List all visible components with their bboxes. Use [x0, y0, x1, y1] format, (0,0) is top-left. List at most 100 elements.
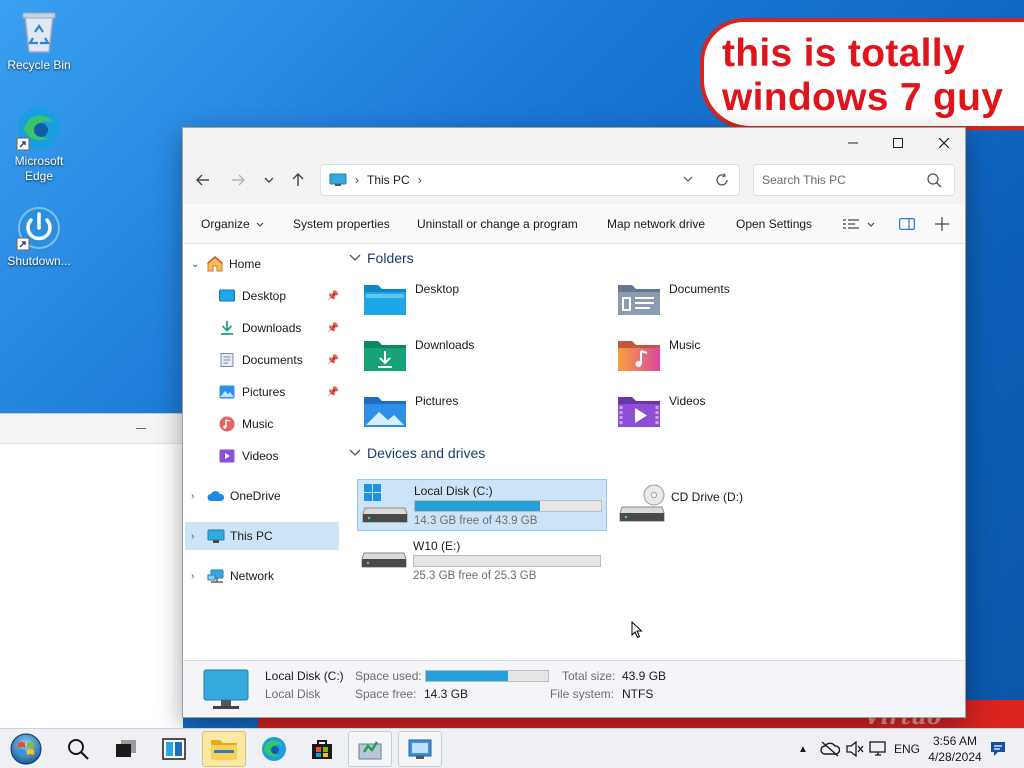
folder-label: Music — [669, 338, 701, 352]
folders-section-header[interactable]: Folders — [349, 250, 414, 266]
folder-downloads[interactable]: Downloads — [363, 336, 603, 380]
edge-icon — [262, 737, 286, 761]
search-box[interactable] — [753, 164, 955, 196]
file-explorer-window[interactable]: › This PC › Organize System properties U… — [182, 127, 966, 718]
minimize-icon — [848, 142, 858, 144]
nav-item-onedrive[interactable]: › OneDrive — [191, 482, 341, 510]
task-view-button[interactable] — [104, 731, 148, 767]
desktop-icon — [219, 289, 235, 302]
file-explorer-icon — [211, 740, 237, 760]
more-options-button[interactable] — [935, 204, 949, 244]
chevron-up-icon: ▲ — [798, 743, 808, 755]
search-icon[interactable] — [927, 173, 942, 188]
open-settings-button[interactable]: Open Settings — [736, 204, 812, 244]
breadcrumb-item-this-pc[interactable]: This PC — [367, 173, 410, 187]
folder-videos[interactable]: Videos — [617, 392, 857, 436]
system-properties-button[interactable]: System properties — [293, 204, 390, 244]
network-icon — [207, 569, 224, 583]
desktop-icon-recycle-bin[interactable]: Recycle Bin — [1, 8, 77, 73]
chevron-down-icon[interactable]: ⌄ — [191, 259, 201, 270]
nav-item-downloads[interactable]: Downloads 📌 — [219, 314, 339, 342]
taskbar-system-app[interactable] — [398, 731, 442, 767]
chevron-right-icon[interactable]: › — [191, 571, 201, 582]
nav-item-network[interactable]: › Network — [191, 562, 341, 590]
breadcrumb-chevron-icon[interactable]: › — [418, 173, 422, 187]
nav-item-documents[interactable]: Documents 📌 — [219, 346, 339, 374]
input-language-button[interactable]: ENG — [894, 729, 920, 768]
forward-button[interactable] — [224, 166, 252, 194]
uninstall-program-button[interactable]: Uninstall or change a program — [417, 204, 578, 244]
address-history-chevron-icon[interactable] — [683, 176, 693, 182]
clock[interactable]: 3:56 AM 4/28/2024 — [918, 733, 992, 765]
details-item-name: Local Disk (C:) — [265, 669, 344, 683]
system-properties-icon — [408, 739, 432, 759]
start-button[interactable] — [4, 731, 48, 767]
onedrive-tray-button[interactable] — [820, 729, 840, 768]
space-free-value: 14.3 GB — [424, 687, 469, 701]
show-hidden-icons-button[interactable]: ▲ — [798, 729, 808, 768]
videos-folder-icon — [618, 397, 660, 427]
maximize-button[interactable] — [875, 128, 921, 158]
drive-w10-e[interactable]: W10 (E:) 25.3 GB free of 25.3 GB — [357, 535, 607, 587]
up-button[interactable] — [284, 166, 312, 194]
refresh-icon[interactable] — [715, 173, 729, 187]
nav-item-home[interactable]: ⌄ Home — [191, 250, 341, 278]
folder-pictures[interactable]: Pictures — [363, 392, 603, 436]
pin-icon[interactable]: 📌 — [327, 387, 339, 398]
drive-local-disk-c[interactable]: Local Disk (C:) 14.3 GB free of 43.9 GB — [357, 479, 607, 531]
drive-cd-d[interactable]: CD Drive (D:) — [615, 479, 865, 531]
back-button[interactable] — [189, 166, 217, 194]
close-button[interactable] — [921, 128, 967, 158]
search-button[interactable] — [56, 731, 100, 767]
pin-icon[interactable]: 📌 — [327, 355, 339, 366]
taskbar-file-explorer[interactable] — [202, 731, 246, 767]
minimize-button[interactable] — [830, 128, 876, 158]
drives-section-header[interactable]: Devices and drives — [349, 445, 485, 461]
space-used-bar — [425, 670, 549, 682]
chevron-right-icon[interactable]: › — [191, 531, 201, 542]
details-pane-button[interactable] — [899, 204, 915, 244]
taskbar-installer-app[interactable] — [348, 731, 392, 767]
widgets-button[interactable] — [152, 731, 196, 767]
taskbar-store[interactable] — [300, 731, 344, 767]
organize-button[interactable]: Organize — [201, 204, 264, 244]
chevron-right-icon[interactable]: › — [191, 491, 201, 502]
search-input[interactable] — [762, 173, 922, 187]
folder-documents[interactable]: Documents — [617, 280, 857, 324]
desktop-icon-edge[interactable]: Microsoft Edge — [1, 104, 77, 184]
notification-center-button[interactable] — [990, 729, 1006, 768]
minimize-icon[interactable] — [136, 428, 146, 429]
nav-item-label: This PC — [230, 529, 273, 543]
network-tray-button[interactable] — [869, 729, 887, 768]
address-bar[interactable]: › This PC › — [320, 164, 740, 196]
nav-item-label: Documents — [242, 353, 303, 367]
windows-drive-icon — [362, 484, 408, 523]
nav-item-pictures[interactable]: Pictures 📌 — [219, 378, 339, 406]
chevron-down-icon — [349, 449, 361, 456]
recent-locations-button[interactable] — [255, 166, 283, 194]
drive-label: CD Drive (D:) — [671, 490, 743, 504]
volume-button[interactable] — [846, 729, 864, 768]
title-bar[interactable] — [183, 128, 965, 158]
pin-icon[interactable]: 📌 — [327, 323, 339, 334]
map-network-drive-button[interactable]: Map network drive — [607, 204, 705, 244]
drive-label: Local Disk (C:) — [414, 484, 493, 498]
background-window-titlebar[interactable] — [0, 414, 183, 444]
drive-usage-bar — [413, 555, 601, 567]
documents-folder-icon — [618, 285, 660, 315]
nav-item-this-pc[interactable]: › This PC — [185, 522, 339, 550]
taskbar-edge[interactable] — [252, 731, 296, 767]
folder-music[interactable]: Music — [617, 336, 857, 380]
plus-icon — [935, 217, 949, 231]
nav-item-desktop[interactable]: Desktop 📌 — [219, 282, 339, 310]
breadcrumb-separator-icon: › — [355, 173, 359, 187]
folder-desktop[interactable]: Desktop — [363, 280, 603, 324]
desktop-icon-shutdown[interactable]: Shutdown... — [1, 204, 77, 269]
nav-item-music[interactable]: Music — [219, 410, 339, 438]
pin-icon[interactable]: 📌 — [327, 291, 339, 302]
this-pc-icon — [329, 173, 347, 186]
task-view-icon — [116, 740, 136, 757]
view-options-button[interactable] — [843, 204, 875, 244]
background-window[interactable] — [0, 413, 183, 729]
nav-item-videos[interactable]: Videos — [219, 442, 339, 470]
